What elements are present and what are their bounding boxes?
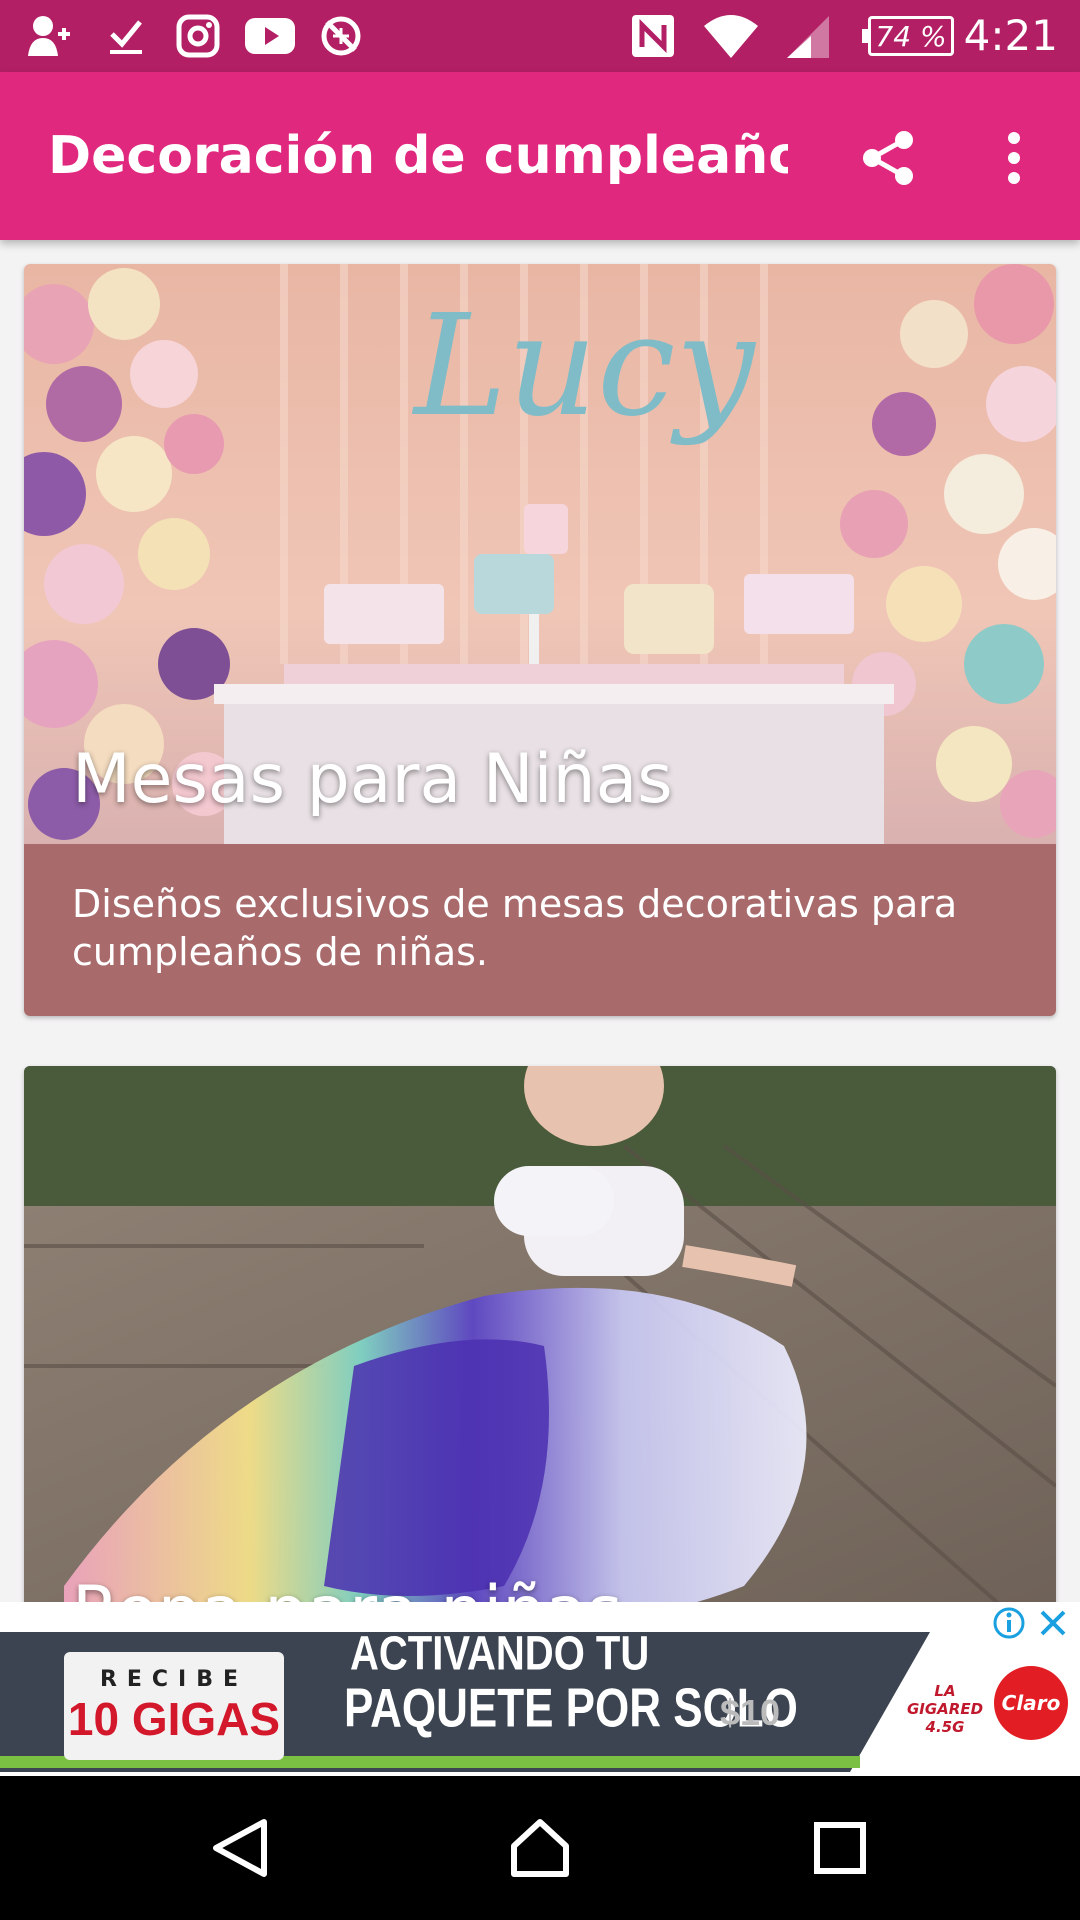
share-icon[interactable] xyxy=(852,122,924,194)
wifi-icon xyxy=(702,12,760,60)
card-mesas[interactable]: Lucy Mesas para Niñas Diseños exclusivos… xyxy=(24,264,1056,1016)
check-icon xyxy=(104,12,148,60)
ad-recibe-text: RECIBE xyxy=(99,1666,249,1692)
ad-brand-text: Claro xyxy=(1001,1691,1061,1715)
ad-banner[interactable]: RECIBE 10 GIGAS ACTIVANDO TU PAQUETE POR… xyxy=(0,1602,1080,1776)
card-title: Ropa para niñas xyxy=(72,1572,623,1602)
battery-icon: 74 % xyxy=(862,16,954,56)
image-name-lucy: Lucy xyxy=(411,285,757,448)
card-image-party-table: Lucy Mesas para Niñas xyxy=(24,264,1056,844)
no-sync-icon xyxy=(318,12,364,60)
card-image-girl-tutu: Ropa para niñas xyxy=(24,1066,1056,1602)
card-description-box: Diseños exclusivos de mesas decorativas … xyxy=(24,844,1056,1016)
ad-creative[interactable]: RECIBE 10 GIGAS ACTIVANDO TU PAQUETE POR… xyxy=(0,1628,1080,1772)
ad-gigared-logo: LA GIGARED 4.5G xyxy=(906,1682,984,1736)
instagram-icon xyxy=(174,12,222,60)
battery-percent: 74 % xyxy=(875,19,947,53)
ad-headline-1: ACTIVANDO TU xyxy=(350,1627,650,1681)
card-ropa[interactable]: Ropa para niñas xyxy=(24,1066,1056,1602)
ad-price: $10 xyxy=(720,1692,781,1733)
nfc-icon xyxy=(628,12,678,60)
back-icon[interactable] xyxy=(200,1808,280,1888)
signal-icon xyxy=(784,12,832,60)
status-bar: 74 % 4:21 xyxy=(0,0,1080,72)
card-description: Diseños exclusivos de mesas decorativas … xyxy=(72,882,958,974)
home-icon[interactable] xyxy=(500,1808,580,1888)
add-contact-icon xyxy=(26,12,72,60)
ad-info-icon[interactable] xyxy=(992,1606,1026,1640)
ad-brand-logo: Claro xyxy=(994,1666,1068,1740)
ad-close-icon[interactable] xyxy=(1036,1606,1070,1640)
card-list: Lucy Mesas para Niñas Diseños exclusivos… xyxy=(0,240,1080,1602)
ad-gigas-text: 10 GIGAS xyxy=(67,1692,281,1745)
card-title: Mesas para Niñas xyxy=(72,740,673,819)
ad-offer-box: RECIBE 10 GIGAS xyxy=(64,1652,284,1760)
youtube-icon xyxy=(244,12,296,60)
page-title: Decoración de cumpleaño… xyxy=(48,126,788,186)
status-time: 4:21 xyxy=(963,11,1058,60)
app-bar: Decoración de cumpleaño… xyxy=(0,72,1080,240)
navigation-bar xyxy=(0,1776,1080,1920)
more-vert-icon[interactable] xyxy=(978,122,1050,194)
recents-icon[interactable] xyxy=(800,1808,880,1888)
